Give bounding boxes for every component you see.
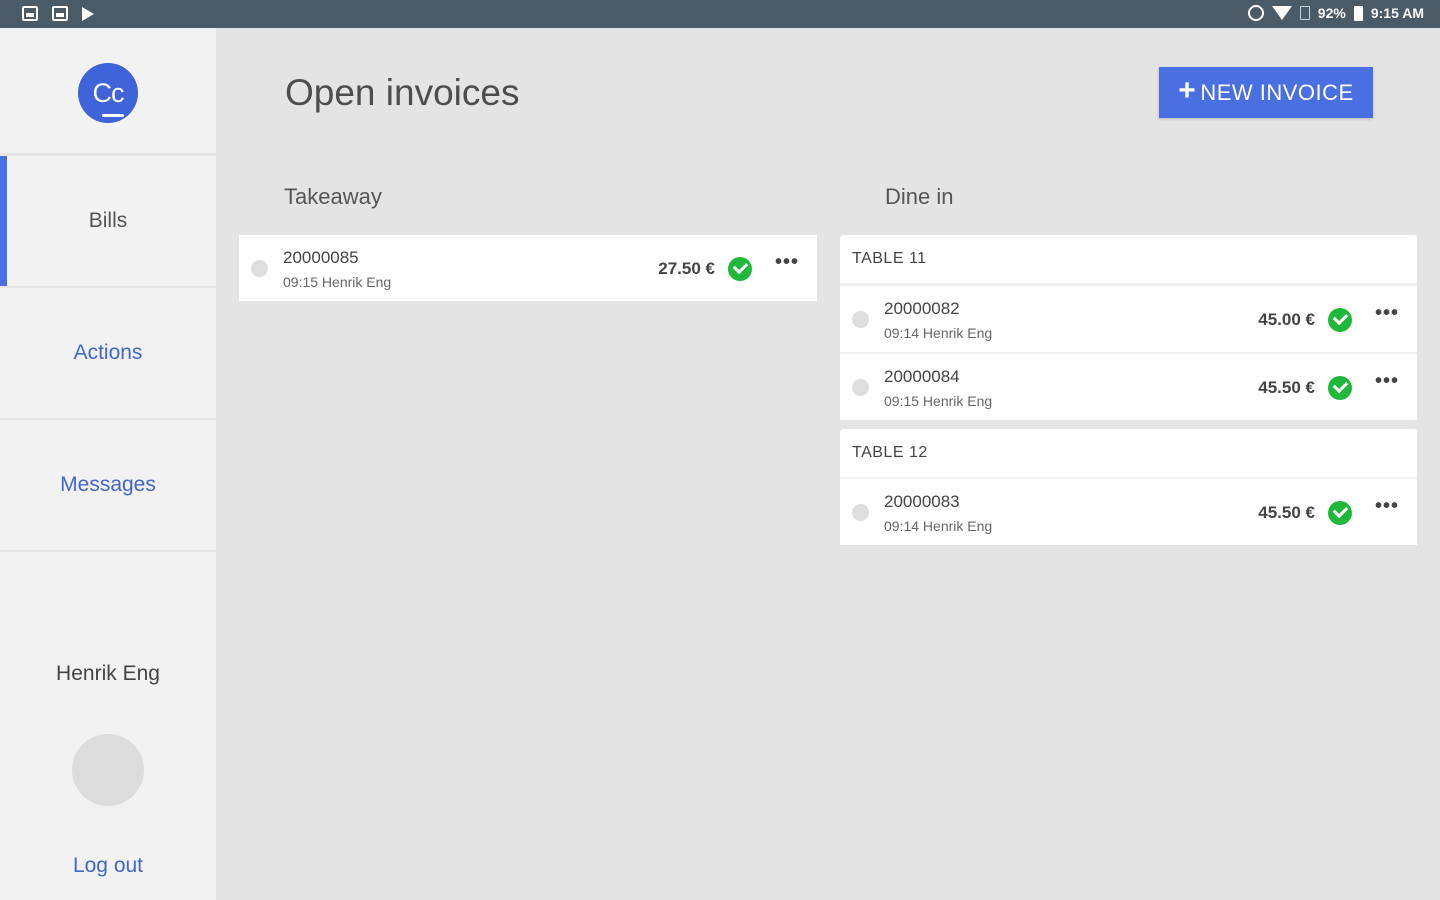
- status-bar: 92% 9:15 AM: [0, 0, 1440, 28]
- table-card: TABLE 12 20000083 09:14 Henrik Eng 45.50…: [840, 429, 1417, 545]
- invoice-row[interactable]: 20000085 09:15 Henrik Eng 27.50 € •••: [239, 235, 817, 301]
- logo-area: Cc: [0, 28, 216, 156]
- avatar[interactable]: [72, 734, 144, 806]
- invoice-amount: 45.00 €: [1258, 310, 1315, 329]
- invoice-number: 20000085: [283, 248, 359, 267]
- more-icon[interactable]: •••: [1375, 495, 1399, 518]
- notification-icons: [22, 6, 94, 21]
- plus-icon: +: [1178, 74, 1197, 107]
- wifi-icon: [1271, 6, 1292, 20]
- invoice-meta: 09:15 Henrik Eng: [283, 274, 392, 290]
- status-dot: [852, 379, 869, 396]
- table-header: TABLE 12: [840, 429, 1417, 477]
- sidebar-item-bills[interactable]: Bills: [0, 156, 216, 288]
- sync-icon: [1247, 5, 1264, 21]
- check-icon: [728, 257, 752, 281]
- status-dot: [251, 260, 268, 277]
- invoice-amount: 27.50 €: [658, 259, 715, 278]
- logo-underline: [102, 114, 124, 117]
- invoice-amount: 45.50 €: [1258, 503, 1315, 522]
- battery-percent: 92%: [1317, 5, 1346, 21]
- more-icon[interactable]: •••: [1375, 370, 1399, 393]
- user-name: Henrik Eng: [56, 662, 160, 685]
- takeaway-title: Takeaway: [284, 184, 382, 209]
- invoice-number: 20000083: [884, 492, 960, 511]
- sidebar-item-label: Bills: [88, 209, 128, 232]
- more-icon[interactable]: •••: [1375, 302, 1399, 325]
- status-dot: [852, 311, 869, 328]
- image-notification-icon: [22, 6, 38, 21]
- check-icon: [1328, 376, 1352, 400]
- invoice-row[interactable]: 20000084 09:15 Henrik Eng 45.50 € •••: [840, 354, 1417, 420]
- sidebar: Cc Bills Actions Messages Henrik Eng Log…: [0, 28, 216, 900]
- status-dot: [852, 504, 869, 521]
- check-icon: [1328, 501, 1352, 525]
- sim-icon: [1299, 6, 1310, 20]
- page-title: Open invoices: [285, 72, 520, 113]
- new-invoice-button[interactable]: + NEW INVOICE: [1159, 67, 1373, 118]
- clock: 9:15 AM: [1370, 5, 1424, 21]
- sidebar-item-label: Messages: [60, 473, 156, 496]
- takeaway-card: 20000085 09:15 Henrik Eng 27.50 € •••: [239, 235, 817, 301]
- invoice-amount: 45.50 €: [1258, 378, 1315, 397]
- sidebar-item-label: Actions: [73, 341, 143, 364]
- gallery-notification-icon: [52, 6, 68, 21]
- invoice-row[interactable]: 20000083 09:14 Henrik Eng 45.50 € •••: [840, 479, 1417, 545]
- more-icon[interactable]: •••: [775, 251, 799, 274]
- logout-link[interactable]: Log out: [0, 854, 216, 878]
- invoice-row[interactable]: 20000082 09:14 Henrik Eng 45.00 € •••: [840, 286, 1417, 352]
- sidebar-item-messages[interactable]: Messages: [0, 420, 216, 552]
- battery-icon: [1353, 5, 1363, 21]
- invoice-meta: 09:14 Henrik Eng: [884, 518, 993, 534]
- play-notification-icon: [82, 6, 94, 21]
- invoice-meta: 09:15 Henrik Eng: [884, 393, 993, 409]
- sidebar-item-actions[interactable]: Actions: [0, 288, 216, 420]
- invoice-number: 20000084: [884, 367, 960, 386]
- table-header: TABLE 11: [840, 235, 1417, 283]
- invoice-number: 20000082: [884, 299, 960, 318]
- dine-in-title: Dine in: [885, 184, 954, 209]
- system-icons: 92% 9:15 AM: [1247, 5, 1424, 21]
- new-invoice-label: NEW INVOICE: [1200, 79, 1354, 105]
- table-card: TABLE 11 20000082 09:14 Henrik Eng 45.00…: [840, 235, 1417, 420]
- invoice-meta: 09:14 Henrik Eng: [884, 325, 993, 341]
- check-icon: [1328, 308, 1352, 332]
